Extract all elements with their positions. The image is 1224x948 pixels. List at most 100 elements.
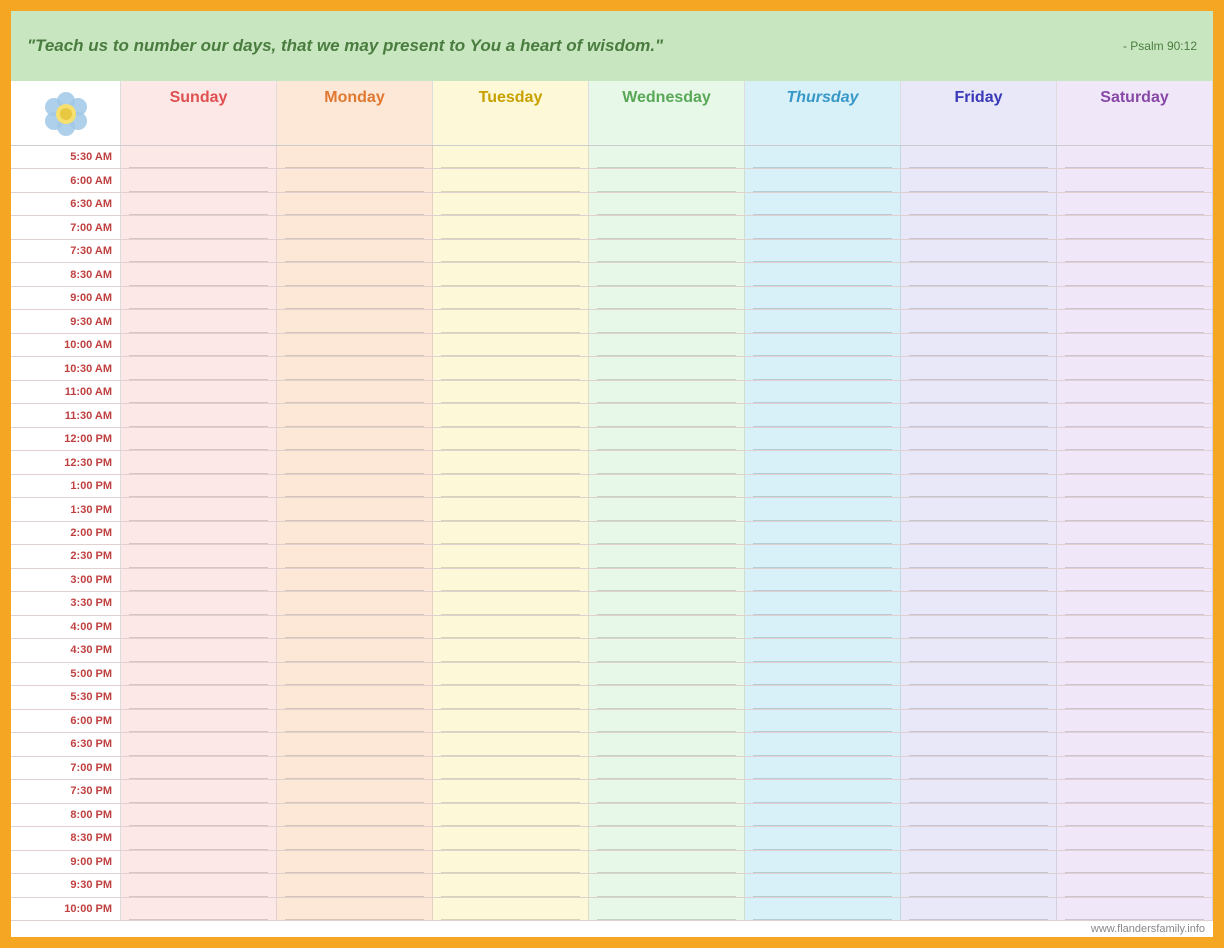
time-cell-wednesday[interactable] bbox=[589, 851, 745, 873]
time-cell-friday[interactable] bbox=[901, 428, 1057, 450]
time-cell-friday[interactable] bbox=[901, 498, 1057, 520]
time-cell-monday[interactable] bbox=[277, 216, 433, 238]
time-cell-friday[interactable] bbox=[901, 569, 1057, 591]
time-cell-monday[interactable] bbox=[277, 898, 433, 920]
time-cell-tuesday[interactable] bbox=[433, 334, 589, 356]
time-cell-saturday[interactable] bbox=[1057, 710, 1213, 732]
time-cell-saturday[interactable] bbox=[1057, 169, 1213, 191]
time-cell-thursday[interactable] bbox=[745, 545, 901, 567]
time-cell-monday[interactable] bbox=[277, 780, 433, 802]
time-cell-thursday[interactable] bbox=[745, 874, 901, 896]
time-cell-monday[interactable] bbox=[277, 686, 433, 708]
time-cell-wednesday[interactable] bbox=[589, 475, 745, 497]
time-cell-friday[interactable] bbox=[901, 193, 1057, 215]
time-cell-monday[interactable] bbox=[277, 193, 433, 215]
time-cell-friday[interactable] bbox=[901, 733, 1057, 755]
time-cell-tuesday[interactable] bbox=[433, 733, 589, 755]
time-cell-wednesday[interactable] bbox=[589, 616, 745, 638]
time-cell-wednesday[interactable] bbox=[589, 757, 745, 779]
time-cell-sunday[interactable] bbox=[121, 216, 277, 238]
time-cell-sunday[interactable] bbox=[121, 169, 277, 191]
time-cell-friday[interactable] bbox=[901, 310, 1057, 332]
time-cell-saturday[interactable] bbox=[1057, 851, 1213, 873]
time-cell-thursday[interactable] bbox=[745, 522, 901, 544]
time-cell-monday[interactable] bbox=[277, 757, 433, 779]
time-cell-sunday[interactable] bbox=[121, 287, 277, 309]
time-cell-wednesday[interactable] bbox=[589, 240, 745, 262]
time-cell-wednesday[interactable] bbox=[589, 827, 745, 849]
time-cell-saturday[interactable] bbox=[1057, 874, 1213, 896]
time-cell-monday[interactable] bbox=[277, 663, 433, 685]
time-cell-friday[interactable] bbox=[901, 451, 1057, 473]
time-cell-tuesday[interactable] bbox=[433, 663, 589, 685]
time-cell-tuesday[interactable] bbox=[433, 428, 589, 450]
time-cell-sunday[interactable] bbox=[121, 428, 277, 450]
time-cell-wednesday[interactable] bbox=[589, 498, 745, 520]
time-cell-thursday[interactable] bbox=[745, 428, 901, 450]
time-cell-monday[interactable] bbox=[277, 874, 433, 896]
time-cell-sunday[interactable] bbox=[121, 874, 277, 896]
time-cell-wednesday[interactable] bbox=[589, 381, 745, 403]
time-cell-sunday[interactable] bbox=[121, 827, 277, 849]
time-cell-tuesday[interactable] bbox=[433, 686, 589, 708]
time-cell-saturday[interactable] bbox=[1057, 804, 1213, 826]
time-cell-saturday[interactable] bbox=[1057, 827, 1213, 849]
time-cell-thursday[interactable] bbox=[745, 827, 901, 849]
time-cell-wednesday[interactable] bbox=[589, 287, 745, 309]
time-cell-saturday[interactable] bbox=[1057, 193, 1213, 215]
time-cell-tuesday[interactable] bbox=[433, 757, 589, 779]
time-cell-monday[interactable] bbox=[277, 522, 433, 544]
time-cell-friday[interactable] bbox=[901, 592, 1057, 614]
time-cell-friday[interactable] bbox=[901, 404, 1057, 426]
time-cell-saturday[interactable] bbox=[1057, 334, 1213, 356]
time-cell-sunday[interactable] bbox=[121, 451, 277, 473]
time-cell-sunday[interactable] bbox=[121, 310, 277, 332]
time-cell-saturday[interactable] bbox=[1057, 639, 1213, 661]
time-cell-monday[interactable] bbox=[277, 263, 433, 285]
time-cell-thursday[interactable] bbox=[745, 381, 901, 403]
time-cell-tuesday[interactable] bbox=[433, 639, 589, 661]
time-cell-monday[interactable] bbox=[277, 545, 433, 567]
time-cell-tuesday[interactable] bbox=[433, 827, 589, 849]
time-cell-tuesday[interactable] bbox=[433, 804, 589, 826]
time-cell-thursday[interactable] bbox=[745, 639, 901, 661]
time-cell-friday[interactable] bbox=[901, 146, 1057, 168]
time-cell-friday[interactable] bbox=[901, 874, 1057, 896]
time-cell-wednesday[interactable] bbox=[589, 146, 745, 168]
time-cell-monday[interactable] bbox=[277, 851, 433, 873]
time-cell-monday[interactable] bbox=[277, 451, 433, 473]
time-cell-monday[interactable] bbox=[277, 827, 433, 849]
time-cell-thursday[interactable] bbox=[745, 569, 901, 591]
time-cell-friday[interactable] bbox=[901, 851, 1057, 873]
time-cell-tuesday[interactable] bbox=[433, 616, 589, 638]
time-cell-friday[interactable] bbox=[901, 522, 1057, 544]
time-cell-tuesday[interactable] bbox=[433, 357, 589, 379]
time-cell-sunday[interactable] bbox=[121, 616, 277, 638]
time-cell-tuesday[interactable] bbox=[433, 522, 589, 544]
time-cell-wednesday[interactable] bbox=[589, 310, 745, 332]
time-cell-thursday[interactable] bbox=[745, 451, 901, 473]
time-cell-saturday[interactable] bbox=[1057, 592, 1213, 614]
time-cell-saturday[interactable] bbox=[1057, 898, 1213, 920]
time-cell-thursday[interactable] bbox=[745, 498, 901, 520]
time-cell-sunday[interactable] bbox=[121, 733, 277, 755]
time-cell-friday[interactable] bbox=[901, 780, 1057, 802]
time-cell-friday[interactable] bbox=[901, 686, 1057, 708]
time-cell-monday[interactable] bbox=[277, 569, 433, 591]
time-cell-sunday[interactable] bbox=[121, 263, 277, 285]
time-cell-tuesday[interactable] bbox=[433, 381, 589, 403]
time-cell-tuesday[interactable] bbox=[433, 404, 589, 426]
time-cell-sunday[interactable] bbox=[121, 334, 277, 356]
time-cell-thursday[interactable] bbox=[745, 193, 901, 215]
time-cell-tuesday[interactable] bbox=[433, 169, 589, 191]
time-cell-saturday[interactable] bbox=[1057, 451, 1213, 473]
time-cell-thursday[interactable] bbox=[745, 357, 901, 379]
time-cell-thursday[interactable] bbox=[745, 616, 901, 638]
time-cell-wednesday[interactable] bbox=[589, 334, 745, 356]
time-cell-sunday[interactable] bbox=[121, 498, 277, 520]
time-cell-wednesday[interactable] bbox=[589, 357, 745, 379]
time-cell-monday[interactable] bbox=[277, 287, 433, 309]
time-cell-wednesday[interactable] bbox=[589, 569, 745, 591]
time-cell-monday[interactable] bbox=[277, 357, 433, 379]
time-cell-tuesday[interactable] bbox=[433, 545, 589, 567]
